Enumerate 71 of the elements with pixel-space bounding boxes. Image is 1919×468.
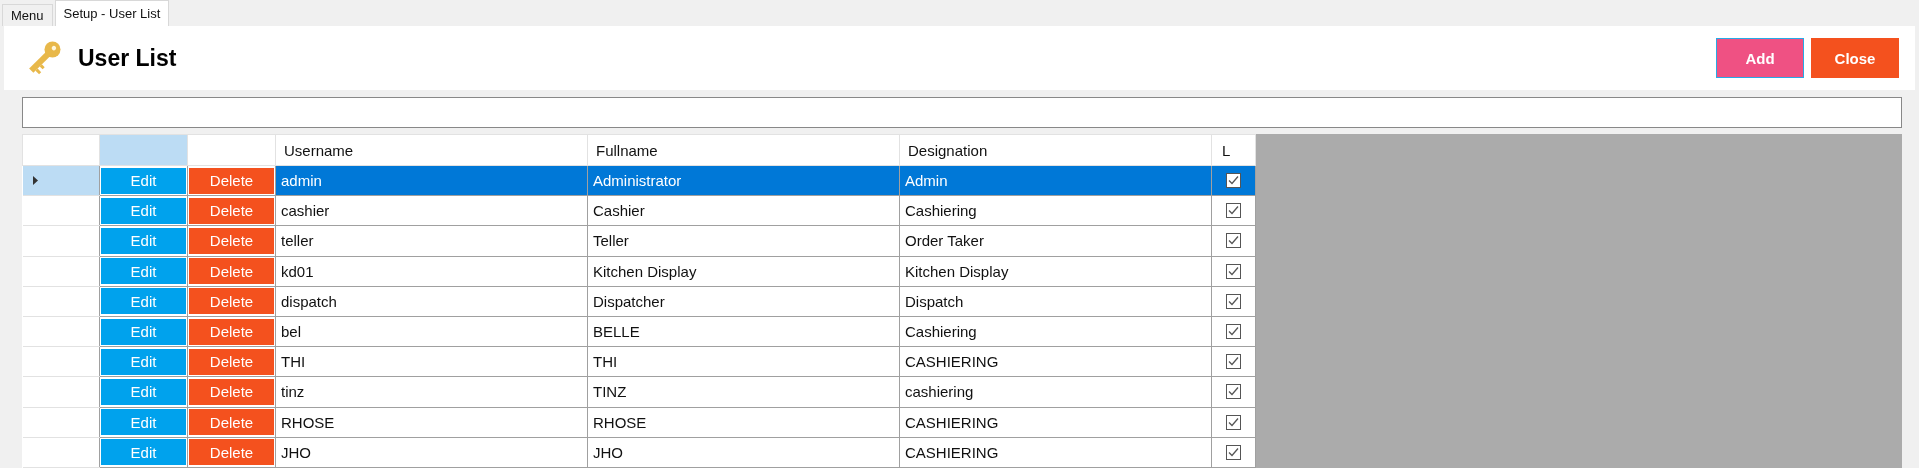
table-cell: cashier — [275, 195, 588, 226]
table-cell: bel — [275, 316, 588, 347]
add-button[interactable]: Add — [1716, 38, 1804, 78]
table-cell: dispatch — [275, 286, 588, 317]
table-cell: Kitchen Display — [899, 256, 1212, 287]
table-cell: cashiering — [899, 376, 1212, 407]
table-cell: THI — [587, 346, 900, 377]
delete-button[interactable]: Delete — [189, 409, 274, 436]
edit-button[interactable]: Edit — [101, 409, 186, 436]
table-cell: Dispatch — [899, 286, 1212, 317]
edit-button[interactable]: Edit — [101, 439, 186, 466]
page-title: User List — [78, 44, 177, 72]
checked-checkbox[interactable] — [1226, 354, 1241, 370]
table-cell: BELLE — [587, 316, 900, 347]
delete-button[interactable]: Delete — [189, 348, 274, 375]
table-cell: Cashiering — [899, 195, 1212, 226]
checked-checkbox[interactable] — [1226, 414, 1241, 430]
edit-button[interactable]: Edit — [101, 318, 186, 345]
edit-button[interactable]: Edit — [101, 197, 186, 224]
table-cell: Order Taker — [899, 225, 1212, 257]
column-header[interactable]: Fullname — [587, 134, 900, 166]
checked-checkbox[interactable] — [1226, 293, 1241, 309]
delete-button[interactable]: Delete — [189, 258, 274, 285]
table-cell: CASHIERING — [899, 346, 1212, 377]
table-cell: Cashier — [587, 195, 900, 226]
checked-checkbox[interactable] — [1226, 233, 1241, 249]
table-cell: kd01 — [275, 256, 588, 287]
table-cell: tinz — [275, 376, 588, 407]
edit-button[interactable]: Edit — [101, 288, 186, 315]
table-cell: admin — [275, 165, 588, 196]
column-header[interactable]: L — [1211, 134, 1256, 166]
delete-button[interactable]: Delete — [189, 378, 274, 405]
edit-button[interactable]: Edit — [101, 348, 186, 375]
search-field[interactable] — [22, 97, 1902, 128]
edit-button[interactable]: Edit — [101, 167, 186, 194]
delete-button[interactable]: Delete — [189, 227, 274, 254]
current-row-icon — [32, 176, 38, 186]
table-cell: CASHIERING — [899, 437, 1212, 468]
table-cell: Teller — [587, 225, 900, 257]
table-cell: JHO — [587, 437, 900, 468]
column-header[interactable]: Username — [275, 134, 588, 166]
table-cell: RHOSE — [275, 407, 588, 438]
table-cell: THI — [275, 346, 588, 377]
table-cell: Administrator — [587, 165, 900, 196]
table-cell: teller — [275, 225, 588, 257]
edit-button[interactable]: Edit — [101, 227, 186, 254]
table-cell: Dispatcher — [587, 286, 900, 317]
delete-button[interactable]: Delete — [189, 167, 274, 194]
delete-button[interactable]: Delete — [189, 318, 274, 345]
checked-checkbox[interactable] — [1226, 203, 1241, 219]
checked-checkbox[interactable] — [1226, 324, 1241, 340]
checked-checkbox[interactable] — [1226, 173, 1241, 189]
tab[interactable]: Menu — [2, 4, 53, 26]
table-cell: TINZ — [587, 376, 900, 407]
checked-checkbox[interactable] — [1226, 384, 1241, 400]
table-cell: Kitchen Display — [587, 256, 900, 287]
checked-checkbox[interactable] — [1226, 263, 1241, 279]
table-cell: Admin — [899, 165, 1212, 196]
table-cell: CASHIERING — [899, 407, 1212, 438]
close-button[interactable]: Close — [1811, 38, 1899, 78]
table-cell: Cashiering — [899, 316, 1212, 347]
edit-button[interactable]: Edit — [101, 378, 186, 405]
delete-button[interactable]: Delete — [189, 439, 274, 466]
column-header[interactable]: Designation — [899, 134, 1212, 166]
tab[interactable]: Setup - User List — [54, 0, 170, 26]
checked-checkbox[interactable] — [1226, 444, 1241, 460]
edit-button[interactable]: Edit — [101, 258, 186, 285]
table-cell: JHO — [275, 437, 588, 468]
table-cell: RHOSE — [587, 407, 900, 438]
delete-button[interactable]: Delete — [189, 197, 274, 224]
delete-button[interactable]: Delete — [189, 288, 274, 315]
